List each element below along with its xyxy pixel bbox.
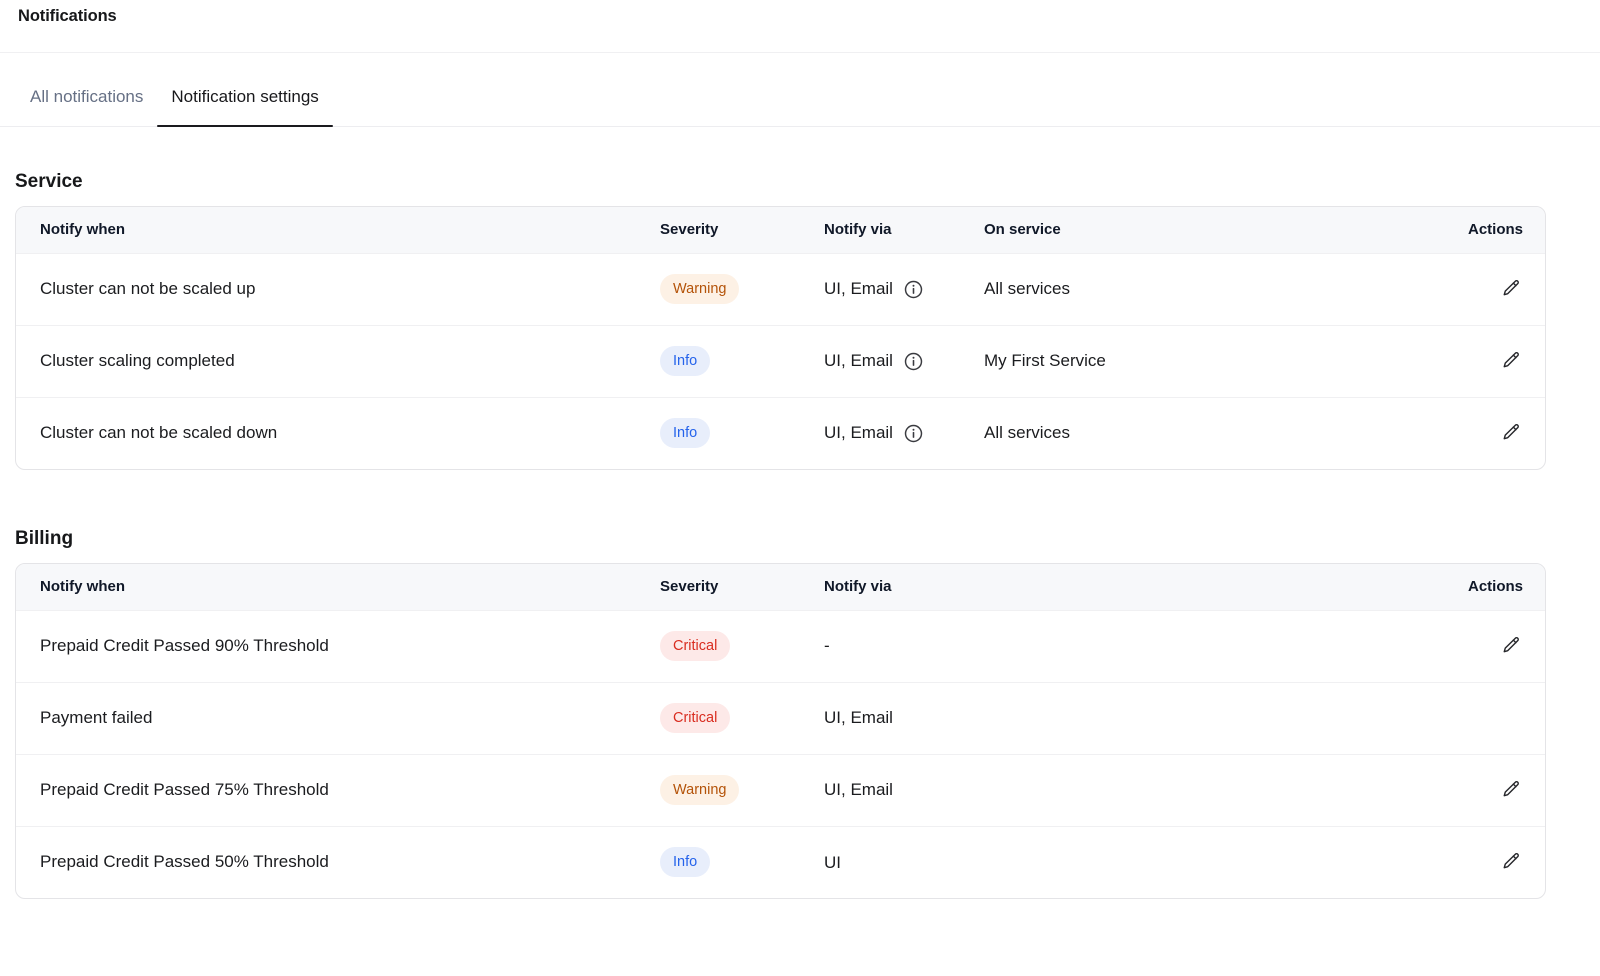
severity-cell: Warning bbox=[636, 754, 800, 826]
column-header-notify-via: Notify via bbox=[800, 207, 960, 253]
service-table-card: Notify whenSeverityNotify viaOn serviceA… bbox=[15, 206, 1546, 470]
notify-via-value: UI, Email bbox=[824, 279, 893, 299]
severity-badge-warning: Warning bbox=[660, 775, 739, 805]
edit-button[interactable] bbox=[1499, 777, 1523, 801]
section-billing: Billing Notify whenSeverityNotify viaActi… bbox=[15, 528, 1546, 899]
edit-button[interactable] bbox=[1499, 633, 1523, 657]
column-header-notify-when: Notify when bbox=[16, 207, 636, 253]
section-title-billing: Billing bbox=[15, 528, 1546, 550]
notify-via-value: UI, Email bbox=[824, 351, 893, 371]
notify-via-cell: UI, Email bbox=[800, 253, 960, 325]
severity-badge-info: Info bbox=[660, 847, 710, 877]
notify-via-value: UI, Email bbox=[824, 708, 893, 728]
notify-via-value: - bbox=[824, 636, 830, 656]
severity-cell: Critical bbox=[636, 682, 800, 754]
table-row: Prepaid Credit Passed 50% Threshold Info U… bbox=[16, 826, 1546, 898]
column-header-actions: Actions bbox=[1290, 564, 1546, 610]
notify-when-cell: Cluster can not be scaled up bbox=[16, 253, 636, 325]
on-service-cell: All services bbox=[960, 253, 1290, 325]
billing-table-card: Notify whenSeverityNotify viaActionsPrep… bbox=[15, 563, 1546, 899]
severity-cell: Critical bbox=[636, 610, 800, 682]
severity-cell: Info bbox=[636, 826, 800, 898]
severity-badge-warning: Warning bbox=[660, 274, 739, 304]
notify-when-cell: Cluster scaling completed bbox=[16, 325, 636, 397]
on-service-cell: My First Service bbox=[960, 325, 1290, 397]
info-circle-icon[interactable] bbox=[903, 351, 924, 372]
actions-cell bbox=[1290, 826, 1546, 898]
notify-when-cell: Prepaid Credit Passed 75% Threshold bbox=[16, 754, 636, 826]
info-circle-icon[interactable] bbox=[903, 423, 924, 444]
tab-notification-settings[interactable]: Notification settings bbox=[157, 87, 332, 126]
actions-cell bbox=[1290, 682, 1546, 754]
billing-table: Notify whenSeverityNotify viaActionsPrep… bbox=[16, 564, 1546, 898]
actions-cell bbox=[1290, 325, 1546, 397]
notify-when-cell: Payment failed bbox=[16, 682, 636, 754]
column-header-severity: Severity bbox=[636, 207, 800, 253]
sections: ServiceNotify whenSeverityNotify viaOn s… bbox=[0, 171, 1600, 899]
notify-via-cell: UI, Email bbox=[800, 397, 960, 469]
severity-badge-info: Info bbox=[660, 346, 710, 376]
section-service: Service Notify whenSeverityNotify viaOn s… bbox=[15, 171, 1546, 470]
tabs: All notifications Notification settings bbox=[0, 87, 1600, 127]
notify-when-cell: Prepaid Credit Passed 50% Threshold bbox=[16, 826, 636, 898]
notify-when-cell: Prepaid Credit Passed 90% Threshold bbox=[16, 610, 636, 682]
edit-pencil-icon bbox=[1501, 358, 1521, 373]
page-header: Notifications bbox=[0, 0, 1600, 53]
severity-cell: Warning bbox=[636, 253, 800, 325]
on-service-cell: All services bbox=[960, 397, 1290, 469]
section-title-service: Service bbox=[15, 171, 1546, 193]
edit-pencil-icon bbox=[1501, 286, 1521, 301]
edit-pencil-icon bbox=[1501, 430, 1521, 445]
severity-badge-critical: Critical bbox=[660, 703, 730, 733]
actions-cell bbox=[1290, 253, 1546, 325]
column-header-severity: Severity bbox=[636, 564, 800, 610]
actions-cell bbox=[1290, 397, 1546, 469]
severity-badge-critical: Critical bbox=[660, 631, 730, 661]
edit-pencil-icon bbox=[1501, 859, 1521, 874]
column-header-notify-via: Notify via bbox=[800, 564, 1290, 610]
page-title: Notifications bbox=[18, 7, 1582, 26]
notify-via-cell: UI, Email bbox=[800, 682, 1290, 754]
notify-via-value: UI, Email bbox=[824, 780, 893, 800]
header-row: Notify whenSeverityNotify viaActions bbox=[16, 564, 1546, 610]
notify-via-cell: UI, Email bbox=[800, 754, 1290, 826]
notify-when-cell: Cluster can not be scaled down bbox=[16, 397, 636, 469]
severity-cell: Info bbox=[636, 397, 800, 469]
edit-button[interactable] bbox=[1499, 849, 1523, 873]
notify-via-value: UI bbox=[824, 853, 841, 873]
actions-cell bbox=[1290, 754, 1546, 826]
notify-via-cell: - bbox=[800, 610, 1290, 682]
info-circle-icon[interactable] bbox=[903, 279, 924, 300]
header-row: Notify whenSeverityNotify viaOn serviceA… bbox=[16, 207, 1546, 253]
table-row: Payment failed Critical UI, Email bbox=[16, 682, 1546, 754]
edit-button[interactable] bbox=[1499, 420, 1523, 444]
severity-badge-info: Info bbox=[660, 418, 710, 448]
notify-via-value: UI, Email bbox=[824, 423, 893, 443]
table-row: Cluster scaling completed Info UI, Email My… bbox=[16, 325, 1546, 397]
column-header-on-service: On service bbox=[960, 207, 1290, 253]
service-table: Notify whenSeverityNotify viaOn serviceA… bbox=[16, 207, 1546, 469]
table-row: Cluster can not be scaled down Info UI, Em… bbox=[16, 397, 1546, 469]
column-header-actions: Actions bbox=[1290, 207, 1546, 253]
actions-cell bbox=[1290, 610, 1546, 682]
tab-all-notifications[interactable]: All notifications bbox=[16, 87, 157, 126]
edit-pencil-icon bbox=[1501, 643, 1521, 658]
edit-pencil-icon bbox=[1501, 787, 1521, 802]
table-row: Prepaid Credit Passed 75% Threshold Warni… bbox=[16, 754, 1546, 826]
column-header-notify-when: Notify when bbox=[16, 564, 636, 610]
edit-button[interactable] bbox=[1499, 276, 1523, 300]
notify-via-cell: UI, Email bbox=[800, 325, 960, 397]
table-row: Cluster can not be scaled up Warning UI, E… bbox=[16, 253, 1546, 325]
severity-cell: Info bbox=[636, 325, 800, 397]
table-row: Prepaid Credit Passed 90% Threshold Criti… bbox=[16, 610, 1546, 682]
notify-via-cell: UI bbox=[800, 826, 1290, 898]
edit-button[interactable] bbox=[1499, 348, 1523, 372]
